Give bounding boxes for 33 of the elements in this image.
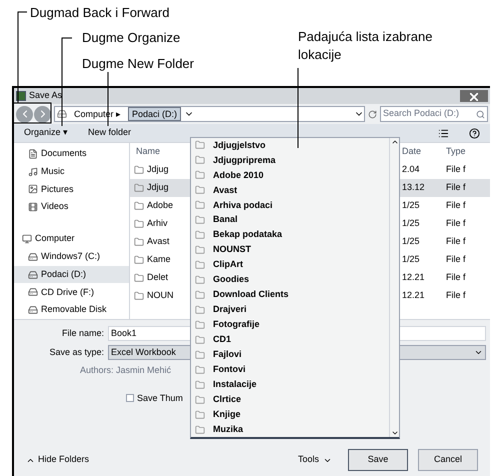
type-cell-text: File f	[446, 289, 466, 302]
date-cell-text: 1/25	[402, 217, 421, 230]
type-cell-text: File f	[446, 199, 466, 212]
type-cell-text: File f	[446, 181, 466, 194]
callout-label: Dugme New Folder	[82, 55, 194, 73]
type-cell-text: File f	[446, 235, 466, 248]
window-title: Save As	[29, 89, 62, 102]
date-cell-text: 1/25	[402, 235, 421, 248]
callout-label: Dugme Organize	[82, 29, 180, 47]
file-name: Jdjug	[147, 181, 169, 194]
type-cell-text: File f	[446, 163, 466, 176]
type-cell-text: File f	[446, 271, 466, 284]
type-cell-text: File f	[446, 217, 466, 230]
field-label: File name:	[60, 326, 104, 340]
file-name: Delet	[147, 271, 168, 284]
callout-label: Padajuća lista izabrane lokacije	[298, 28, 434, 64]
checkbox-label: Save Thum	[137, 392, 183, 404]
date-cell-text: 12.21	[402, 271, 426, 284]
date-cell-text: 1/25	[402, 253, 421, 266]
file-name: Kame	[147, 253, 171, 266]
file-name: NOUN	[147, 289, 174, 302]
file-name: Avast	[147, 235, 170, 248]
file-name: Jdjug	[147, 163, 169, 176]
date-cell-text: 1/25	[402, 199, 421, 212]
callout-label: Dugmad Back i Forward	[30, 4, 170, 22]
field-label: Save as type:	[48, 346, 104, 359]
date-cell-text: 12.21	[402, 289, 426, 302]
date-cell-text: 13.12	[402, 181, 426, 194]
authors-text: Authors: Jasmin Mehić	[80, 364, 172, 377]
type-cell-text: File f	[446, 253, 466, 266]
file-name: Adobe	[147, 199, 174, 212]
date-cell-text: 2.04	[402, 163, 421, 176]
file-name: Arhiv	[147, 217, 168, 230]
